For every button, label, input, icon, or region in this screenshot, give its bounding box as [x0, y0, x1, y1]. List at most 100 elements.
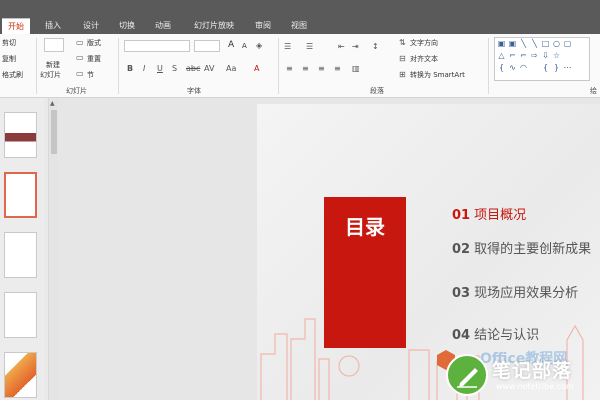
justify-icon[interactable]: ≡ — [334, 64, 341, 74]
align-text-icon: ⊟ — [399, 54, 406, 63]
format-painter-button[interactable]: 格式刷 — [2, 70, 23, 80]
tab-insert[interactable]: 插入 — [40, 18, 66, 34]
new-slide-icon[interactable] — [44, 38, 64, 52]
tab-slideshow[interactable]: 幻灯片放映 — [188, 18, 240, 34]
scroll-thumb[interactable] — [51, 110, 57, 154]
tab-view[interactable]: 视图 — [286, 18, 312, 34]
arrow-line-shape-icon[interactable]: ╲ — [530, 40, 539, 48]
increase-indent-icon[interactable]: ⇥ — [352, 42, 359, 52]
toc-item-text: 现场应用效果分析 — [474, 286, 579, 301]
decrease-indent-icon[interactable]: ⇤ — [338, 42, 345, 52]
align-right-icon[interactable]: ≡ — [318, 64, 325, 74]
cut-button[interactable]: 剪切 — [2, 38, 16, 48]
layout-button[interactable]: 版式 — [87, 38, 101, 48]
down-arrow-shape-icon[interactable]: ⇩ — [541, 52, 550, 60]
slide-thumbnail-1[interactable] — [4, 112, 37, 158]
brace-shape-icon[interactable]: { — [497, 64, 506, 72]
toc-item-number: 01 — [452, 208, 471, 223]
toc-item-number: 03 — [452, 286, 471, 301]
right-brace-shape-icon[interactable]: } — [552, 64, 561, 72]
scroll-up-icon[interactable]: ▲ — [50, 100, 55, 107]
toc-item-text: 项目概况 — [474, 208, 527, 223]
font-size-select[interactable] — [194, 40, 220, 52]
shadow-icon[interactable]: S — [172, 64, 177, 74]
columns-icon[interactable]: ▥ — [352, 64, 360, 74]
slides-group-label: 幻灯片 — [66, 87, 87, 95]
reset-button[interactable]: 重置 — [87, 54, 101, 64]
toc-item-number: 04 — [452, 328, 471, 343]
group-separator — [118, 38, 119, 94]
align-left-icon[interactable]: ≡ — [286, 64, 293, 74]
toc-item[interactable]: 04 结论与认识 — [452, 324, 539, 343]
toc-item[interactable]: 03 现场应用效果分析 — [452, 282, 578, 301]
tab-review[interactable]: 审阅 — [250, 18, 276, 34]
align-text-button[interactable]: 对齐文本 — [410, 54, 438, 64]
text-direction-button[interactable]: 文字方向 — [410, 38, 438, 48]
font-size-increase-button[interactable]: A — [228, 40, 234, 50]
copy-button[interactable]: 复制 — [2, 54, 16, 64]
slide-thumbnail-4[interactable] — [4, 292, 37, 338]
thumbnails-scrollbar[interactable]: ▲ — [48, 98, 58, 400]
star-shape-icon[interactable]: ☆ — [552, 52, 561, 60]
arc-shape-icon[interactable]: ◠ — [519, 64, 528, 72]
toc-title[interactable]: 目录 — [324, 211, 406, 240]
right-arrow-shape-icon[interactable]: ⇨ — [530, 52, 539, 60]
new-slide-label-2[interactable]: 幻灯片 — [40, 70, 61, 80]
section-button[interactable]: 节 — [87, 70, 94, 80]
tab-design[interactable]: 设计 — [78, 18, 104, 34]
left-brace-shape-icon[interactable]: { — [541, 64, 550, 72]
bold-icon[interactable]: B — [127, 64, 133, 74]
line-spacing-icon[interactable]: ↕ — [372, 42, 379, 52]
triangle-shape-icon[interactable]: △ — [497, 52, 506, 60]
group-separator — [278, 38, 279, 94]
underline-icon[interactable]: U — [157, 64, 163, 74]
drawing-group-label: 绘 — [590, 87, 597, 95]
tab-animations[interactable]: 动画 — [150, 18, 176, 34]
tab-transitions[interactable]: 切换 — [114, 18, 140, 34]
ribbon-home: 剪切 复制 格式刷 新建 幻灯片 ▭ 版式 ▭ 重置 ▭ 节 幻灯片 A A ◈… — [0, 34, 600, 98]
elbow-connector-shape-icon[interactable]: ⌐ — [508, 52, 517, 60]
shapes-gallery[interactable]: ▣ ▣ ╲ ╲ □ ○ ▢ △ ⌐ ⌐ ⇨ ⇩ ☆ { ∿ ◠ { } ⋯ — [494, 37, 590, 81]
slide-thumbnail-2[interactable] — [4, 172, 37, 218]
align-center-icon[interactable]: ≡ — [302, 64, 309, 74]
group-separator — [488, 38, 489, 94]
new-slide-label[interactable]: 新建 — [46, 60, 60, 70]
slide-thumbnails-pane — [0, 98, 44, 400]
smartart-icon: ⊞ — [399, 70, 406, 79]
toc-item-text: 结论与认识 — [474, 328, 540, 343]
watermark-url: www.notetribe.com — [496, 382, 574, 391]
elbow-arrow-shape-icon[interactable]: ⌐ — [519, 52, 528, 60]
slide-thumbnail-3[interactable] — [4, 232, 37, 278]
reset-icon: ▭ — [76, 53, 84, 62]
tab-home[interactable]: 开始 — [2, 18, 30, 34]
oval-shape-icon[interactable]: ○ — [552, 40, 561, 48]
powerpoint-window: 开始 插入 设计 切换 动画 幻灯片放映 审阅 视图 剪切 复制 格式刷 新建 … — [0, 0, 600, 400]
clear-format-icon[interactable]: ◈ — [256, 41, 262, 51]
more-shapes-icon[interactable]: ⋯ — [563, 64, 572, 72]
italic-icon[interactable]: I — [143, 64, 145, 74]
smartart-button[interactable]: 转换为 SmartArt — [410, 70, 465, 80]
toc-item-number: 02 — [452, 242, 471, 257]
toc-item-text: 取得的主要创新成果 — [474, 242, 592, 257]
font-color-icon[interactable]: A — [254, 64, 259, 74]
vertical-textbox-shape-icon[interactable]: ▣ — [508, 40, 517, 48]
pen-logo-icon — [446, 354, 488, 396]
char-spacing-icon[interactable]: AV — [204, 64, 214, 74]
group-separator — [36, 38, 37, 94]
toc-item[interactable]: 02 取得的主要创新成果 — [452, 238, 591, 257]
change-case-icon[interactable]: Aa — [226, 64, 236, 74]
line-shape-icon[interactable]: ╲ — [519, 40, 528, 48]
bullets-icon[interactable]: ☰ — [284, 42, 291, 52]
textbox-shape-icon[interactable]: ▣ — [497, 40, 506, 48]
rounded-rect-shape-icon[interactable]: ▢ — [563, 40, 572, 48]
rectangle-shape-icon[interactable]: □ — [541, 40, 550, 48]
strikethrough-icon[interactable]: abc — [186, 64, 200, 74]
ribbon-tab-bar: 开始 插入 设计 切换 动画 幻灯片放映 审阅 视图 — [0, 0, 600, 34]
freeform-shape-icon[interactable]: ∿ — [508, 64, 517, 72]
font-size-decrease-button[interactable]: A — [242, 42, 247, 50]
watermark-brand: 笔记部落 — [492, 360, 573, 382]
font-name-select[interactable] — [124, 40, 190, 52]
toc-item[interactable]: 01 项目概况 — [452, 204, 526, 223]
slide-thumbnail-5[interactable] — [4, 352, 37, 398]
numbering-icon[interactable]: ☰ — [306, 42, 313, 52]
